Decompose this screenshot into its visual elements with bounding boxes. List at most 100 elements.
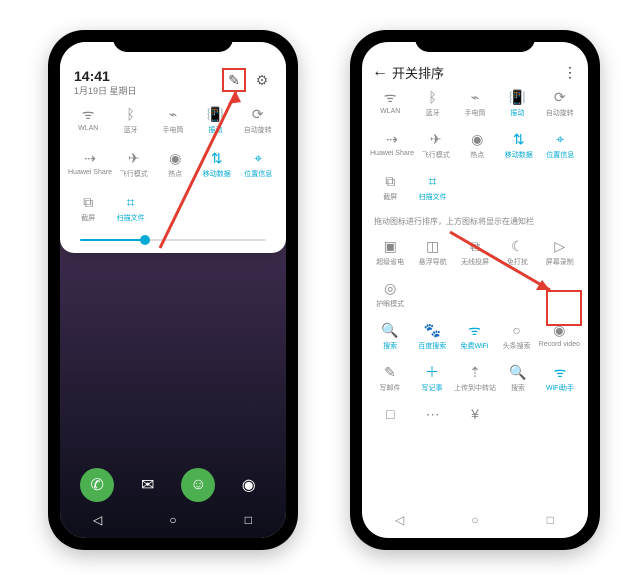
back-button[interactable]: ←: [372, 63, 392, 81]
qs-tile-蓝牙[interactable]: ᛒ 蓝牙: [412, 88, 452, 126]
qs-icon: 🐾: [423, 321, 441, 339]
qs-tile-tile[interactable]: □: [370, 405, 410, 443]
more-button[interactable]: ⋮: [563, 64, 578, 81]
qs-tile-location[interactable]: ⌖位置信息: [238, 149, 278, 189]
nav-recent[interactable]: □: [542, 512, 558, 528]
qs-icon: ᛒ: [424, 88, 442, 106]
qs-label: 写记事: [422, 383, 443, 393]
qs-icon: ⟳: [249, 105, 267, 123]
qs-tile-写邮件[interactable]: ✎ 写邮件: [370, 363, 410, 401]
nav-recent[interactable]: □: [240, 512, 256, 528]
qs-label: 写邮件: [380, 383, 401, 393]
qs-tile-头条搜索[interactable]: ○头条搜索: [497, 321, 537, 359]
dock-contacts[interactable]: ☺: [181, 468, 215, 502]
grid-mid-1: ▣超级省电◫悬浮导航 ⧉ 无线投屏 ☾免打扰▷屏幕录制: [370, 233, 580, 275]
qs-label: 悬浮导航: [419, 257, 447, 267]
qs-tile-airplane[interactable]: ✈飞行模式: [114, 149, 154, 189]
qs-tile-上传到中转站[interactable]: ⇡上传到中转站: [454, 363, 496, 401]
dock-messages[interactable]: ✉: [131, 468, 165, 502]
notch: [415, 30, 535, 52]
qs-label: 搜索: [511, 383, 525, 393]
qs-tile-免打扰[interactable]: ☾免打扰: [497, 237, 537, 275]
nav-back[interactable]: ◁: [392, 512, 408, 528]
drag-hint: 拖动图标进行排序，上方图标将显示在通知栏: [370, 210, 580, 233]
qs-tile-截屏[interactable]: ⧉截屏: [370, 172, 410, 210]
qs-label: 无线投屏: [461, 257, 489, 267]
qs-tile-rotate[interactable]: ⟳自动旋转: [238, 105, 278, 145]
qs-tile-share[interactable]: ⇢Huawei Share: [68, 149, 112, 189]
qs-tile-data[interactable]: ⇅移动数据: [197, 149, 237, 189]
qs-tile-搜索[interactable]: 🔍搜索: [370, 321, 410, 359]
brightness-slider[interactable]: [80, 239, 266, 241]
nav-home[interactable]: ○: [165, 512, 181, 528]
qs-label: Record video: [539, 341, 580, 348]
qs-tile-scan[interactable]: ⌗扫描文件: [110, 193, 150, 233]
qs-tile-飞行模式[interactable]: ✈飞行模式: [416, 130, 456, 168]
qs-tile-WiFi助手[interactable]: ᯤWiFi助手: [540, 363, 580, 401]
brightness-fill: [80, 239, 145, 241]
qs-grid-row3: ⧉截屏⌗扫描文件: [68, 189, 278, 233]
qs-tile-hotspot[interactable]: ◉热点: [155, 149, 195, 189]
qs-tile-手电筒[interactable]: ⌁手电筒: [455, 88, 495, 126]
settings-button[interactable]: ⚙: [252, 70, 272, 90]
qs-icon: ᯤ: [381, 88, 399, 106]
navbar-left: ◁ ○ □: [60, 506, 286, 534]
qs-label: 蓝牙: [426, 108, 440, 118]
qs-tile-位置信息[interactable]: ⌖位置信息: [540, 130, 580, 168]
qs-label: 飞行模式: [422, 150, 450, 160]
brightness-thumb[interactable]: [140, 235, 150, 245]
qs-tile-vibrate[interactable]: 📳振动: [195, 105, 235, 145]
edit-tiles-button[interactable]: ✎: [222, 68, 246, 92]
qs-icon: ⇅: [510, 130, 528, 148]
qs-tile-自动旋转[interactable]: ⟳自动旋转: [540, 88, 580, 126]
qs-label: WLAN: [380, 108, 400, 115]
nav-home[interactable]: ○: [467, 512, 483, 528]
qs-tile-屏幕录制[interactable]: ▷屏幕录制: [540, 237, 580, 275]
qs-label: 位置信息: [546, 150, 574, 160]
qs-tile-WLAN[interactable]: ᯤ WLAN: [370, 88, 410, 126]
qs-tile-bluetooth[interactable]: ᛒ蓝牙: [110, 105, 150, 145]
qs-tile-超级省电[interactable]: ▣超级省电: [370, 237, 410, 275]
qs-icon: ⟳: [551, 88, 569, 106]
qs-icon: ⧉: [466, 237, 484, 255]
qs-tile-百度搜索[interactable]: 🐾百度搜索: [412, 321, 452, 359]
qs-label: 蓝牙: [124, 125, 138, 135]
dock-camera[interactable]: ◉: [232, 468, 266, 502]
qs-tile-扫描文件[interactable]: ⌗扫描文件: [412, 172, 452, 210]
qs-tile-wifi[interactable]: ᯤWLAN: [68, 105, 108, 145]
qs-tile-振动[interactable]: 📳振动: [497, 88, 537, 126]
qs-tile-flashlight[interactable]: ⌁手电筒: [153, 105, 193, 145]
qs-icon: ◎: [381, 279, 399, 297]
qs-label: 超级省电: [376, 257, 404, 267]
qs-tile-移动数据[interactable]: ⇅移动数据: [499, 130, 539, 168]
grid-top-1: ᯤ WLAN ᛒ 蓝牙 ⌁手电筒📳振动⟳自动旋转: [370, 84, 580, 126]
qs-tile-无线投屏[interactable]: ⧉ 无线投屏: [455, 237, 495, 275]
qs-icon: ⇢: [81, 149, 99, 167]
qs-tile-screenshot[interactable]: ⧉截屏: [68, 193, 108, 233]
qs-tile-护眼模式[interactable]: ◎护眼模式: [370, 279, 410, 317]
qs-tile-Record video[interactable]: ◉Record video: [539, 321, 580, 359]
qs-tile-免费WiFi[interactable]: ᯤ免费WiFi: [454, 321, 494, 359]
qs-label: WiFi助手: [546, 383, 574, 393]
phone-mockup-left: 14:41 1月19日 星期日 ✎ ⚙ ᯤWLANᛒ蓝牙⌁手电筒📳振动⟳自动旋转…: [48, 30, 298, 550]
qs-tile-tile[interactable]: ⋯: [412, 405, 452, 443]
qs-tile-tile[interactable]: ¥: [455, 405, 495, 443]
navbar-right: ◁ ○ □: [362, 506, 588, 534]
screen-left: 14:41 1月19日 星期日 ✎ ⚙ ᯤWLANᛒ蓝牙⌁手电筒📳振动⟳自动旋转…: [60, 42, 286, 538]
qs-tile-写记事[interactable]: ＋写记事: [412, 363, 452, 401]
qs-tile-Huawei Share[interactable]: ⇢Huawei Share: [370, 130, 414, 168]
grid-bottom-2: ✎ 写邮件 ＋写记事⇡上传到中转站🔍搜索ᯤWiFi助手: [370, 359, 580, 401]
time-date: 14:41 1月19日 星期日: [74, 68, 137, 97]
qs-tile-热点[interactable]: ◉热点: [457, 130, 497, 168]
qs-icon: ⧉: [381, 172, 399, 190]
qs-label: 位置信息: [244, 169, 272, 179]
quick-settings-panel: 14:41 1月19日 星期日 ✎ ⚙ ᯤWLANᛒ蓝牙⌁手电筒📳振动⟳自动旋转…: [60, 42, 286, 253]
qs-icon: ✎: [381, 363, 399, 381]
qs-icon: ᯤ: [79, 105, 97, 123]
nav-back[interactable]: ◁: [90, 512, 106, 528]
qs-label: 手电筒: [162, 125, 183, 135]
qs-tile-悬浮导航[interactable]: ◫悬浮导航: [412, 237, 452, 275]
grid-top-2: ⇢Huawei Share✈飞行模式◉热点⇅移动数据⌖位置信息: [370, 126, 580, 168]
qs-tile-搜索[interactable]: 🔍搜索: [498, 363, 538, 401]
dock-phone[interactable]: ✆: [80, 468, 114, 502]
